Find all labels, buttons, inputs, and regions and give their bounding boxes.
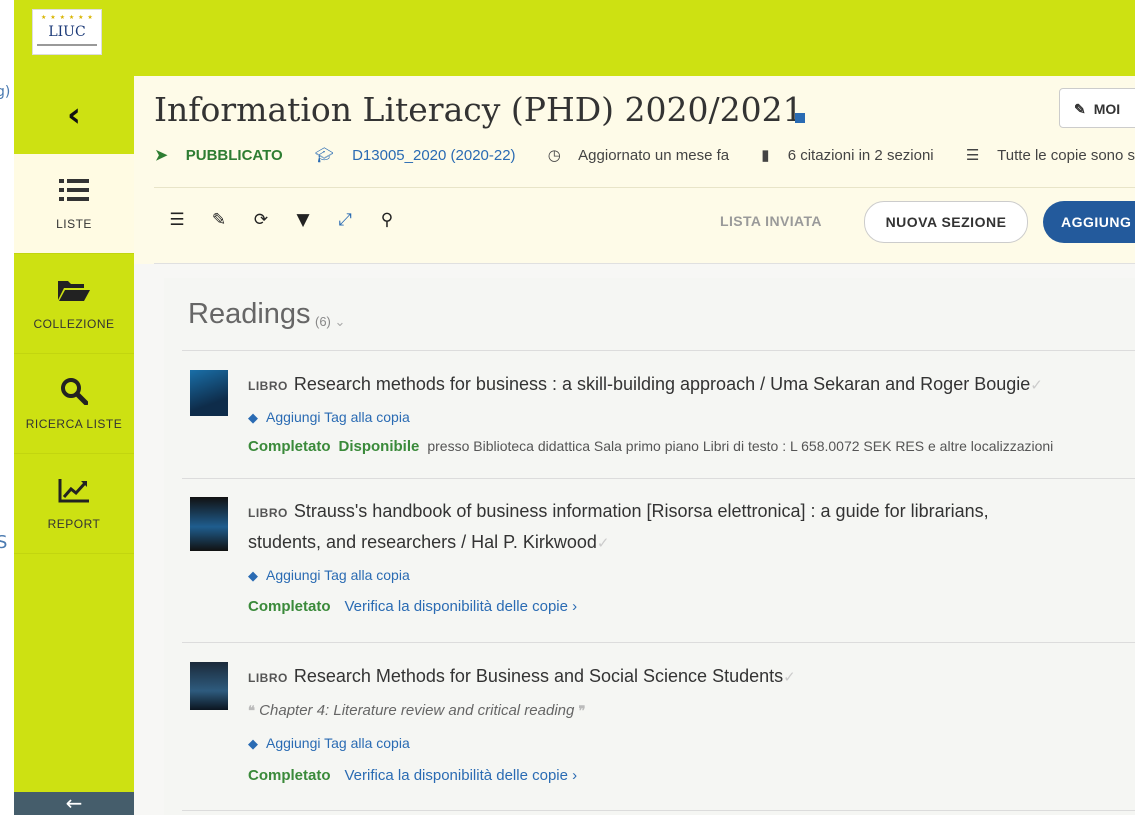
citation-title-continued[interactable]: students, and researchers / Hal P. Kirkw…: [248, 532, 609, 553]
citation-title[interactable]: LIBRO Research Methods for Business and S…: [248, 666, 796, 687]
citation-type: LIBRO: [248, 379, 288, 393]
check-icon: ✓: [1030, 377, 1043, 394]
tag-icon: ◆: [248, 410, 258, 425]
line-chart-icon: [58, 477, 90, 511]
search-icon: [60, 377, 89, 411]
tag-icon: ◆: [248, 736, 258, 751]
divider: [182, 642, 1135, 643]
divider: [182, 810, 1135, 811]
search-icon[interactable]: ⚲: [376, 210, 398, 230]
book-icon: ▮: [761, 147, 770, 164]
filter-icon[interactable]: ▼: [292, 210, 314, 230]
graduation-cap-icon: 🎓︎: [314, 147, 334, 164]
add-tag-link[interactable]: ◆ Aggiungi Tag alla copia: [248, 567, 410, 584]
sidebar-item-liste[interactable]: LISTE: [14, 154, 134, 254]
status-completed: Completato: [248, 598, 331, 615]
sidebar-item-label: RICERCA LISTE: [25, 416, 123, 431]
lista-inviata-status: LISTA INVIATA: [720, 213, 822, 229]
copy-link-icon[interactable]: [795, 113, 805, 123]
page-title: Information Literacy (PHD) 2020/2021: [154, 90, 804, 129]
status-completed: Completato: [248, 767, 331, 784]
availability-location: presso Biblioteca didattica Sala primo p…: [427, 438, 1054, 454]
course-link[interactable]: 🎓︎ D13005_2020 (2020-22): [315, 147, 530, 164]
check-icon: ✓: [783, 669, 796, 686]
copies-status: ☰ Tutte le copie sono sta: [965, 147, 1135, 164]
list-toolbar: ☰ ✎ ⟳ ▼ ⤢ ⚲: [166, 210, 398, 230]
citation-type: LIBRO: [248, 671, 288, 685]
citation-title[interactable]: LIBRO Research methods for business : a s…: [248, 374, 1043, 395]
quote-open-icon: ❝: [248, 703, 255, 718]
divider: [182, 350, 1135, 351]
clock-icon: ◷: [547, 147, 561, 164]
sidebar-item-report[interactable]: REPORT: [14, 454, 134, 554]
verify-availability-link[interactable]: Verifica la disponibilità delle copie ›: [345, 598, 578, 615]
divider: [154, 187, 1135, 188]
citation-note: ❝ Chapter 4: Literature review and criti…: [248, 702, 586, 719]
citations-count: ▮ 6 citazioni in 2 sezioni: [761, 147, 934, 164]
edit-icon[interactable]: ✎: [208, 210, 230, 230]
send-icon: ➤: [155, 147, 168, 164]
chevron-left-icon: ‹: [66, 95, 81, 135]
divider: [182, 478, 1135, 479]
cropped-text-fragment: g): [0, 84, 11, 100]
logo-underline: [37, 44, 97, 46]
list-meta: ➤ PUBBLICATO 🎓︎ D13005_2020 (2020-22) ◷ …: [155, 146, 1135, 164]
new-section-button[interactable]: NUOVA SEZIONE: [864, 201, 1028, 243]
modify-button[interactable]: ✎ MOI: [1059, 88, 1135, 128]
add-tag-link[interactable]: ◆ Aggiungi Tag alla copia: [248, 735, 410, 752]
sidebar-item-collezione[interactable]: COLLEZIONE: [14, 254, 134, 354]
top-bar: [14, 0, 1135, 76]
book-cover[interactable]: [190, 497, 228, 551]
list-icon[interactable]: ☰: [166, 210, 188, 230]
section-count[interactable]: (6) ⌄: [315, 314, 345, 330]
updated-info: ◷ Aggiornato un mese fa: [547, 147, 730, 164]
status-published[interactable]: ➤ PUBBLICATO: [155, 147, 297, 164]
expand-icon[interactable]: ⤢: [334, 210, 356, 230]
book-cover[interactable]: [190, 662, 228, 710]
add-button[interactable]: AGGIUNG: [1043, 201, 1135, 243]
cropped-text-fragment: S: [0, 532, 8, 553]
book-cover[interactable]: [190, 370, 228, 416]
chevron-down-icon: ⌄: [330, 314, 346, 329]
sidebar-back-button[interactable]: ‹: [14, 76, 134, 154]
server-icon: ☰: [965, 147, 980, 164]
folder-open-icon: [58, 277, 90, 311]
refresh-icon[interactable]: ⟳: [250, 210, 272, 230]
liuc-logo[interactable]: ★ ★ ★ ★ ★ ★ LIUC: [32, 9, 102, 55]
cropped-left-edge: g) S: [0, 0, 14, 815]
verify-availability-link[interactable]: Verifica la disponibilità delle copie ›: [345, 767, 578, 784]
sidebar-item-label: REPORT: [47, 516, 101, 531]
tag-icon: ◆: [248, 568, 258, 583]
sidebar-item-label: COLLEZIONE: [33, 316, 115, 331]
list-icon: [59, 177, 89, 211]
modify-label: MOI: [1093, 101, 1121, 117]
citation-status: Completato Disponibile presso Biblioteca d…: [248, 438, 1053, 455]
status-completed: Completato: [248, 438, 331, 455]
sidebar-item-ricerca-liste[interactable]: RICERCA LISTE: [14, 354, 134, 454]
availability-badge: Disponibile: [338, 438, 420, 455]
citation-title[interactable]: LIBRO Strauss's handbook of business info…: [248, 501, 989, 522]
section-title[interactable]: Readings: [188, 298, 311, 331]
arrow-left-icon: ←: [65, 791, 83, 815]
sidebar-item-label: LISTE: [56, 216, 92, 231]
logo-stars: ★ ★ ★ ★ ★ ★: [41, 14, 94, 21]
citation-type: LIBRO: [248, 506, 288, 520]
logo-name: LIUC: [48, 24, 86, 40]
quote-close-icon: ❞: [578, 703, 586, 718]
citation-status: Completato Verifica la disponibilità dell…: [248, 598, 577, 615]
collapse-sidebar-button[interactable]: ←: [14, 792, 134, 815]
add-tag-link[interactable]: ◆ Aggiungi Tag alla copia: [248, 409, 410, 426]
pencil-icon: ✎: [1074, 101, 1086, 117]
citation-status: Completato Verifica la disponibilità dell…: [248, 767, 577, 784]
check-icon: ✓: [596, 535, 610, 552]
